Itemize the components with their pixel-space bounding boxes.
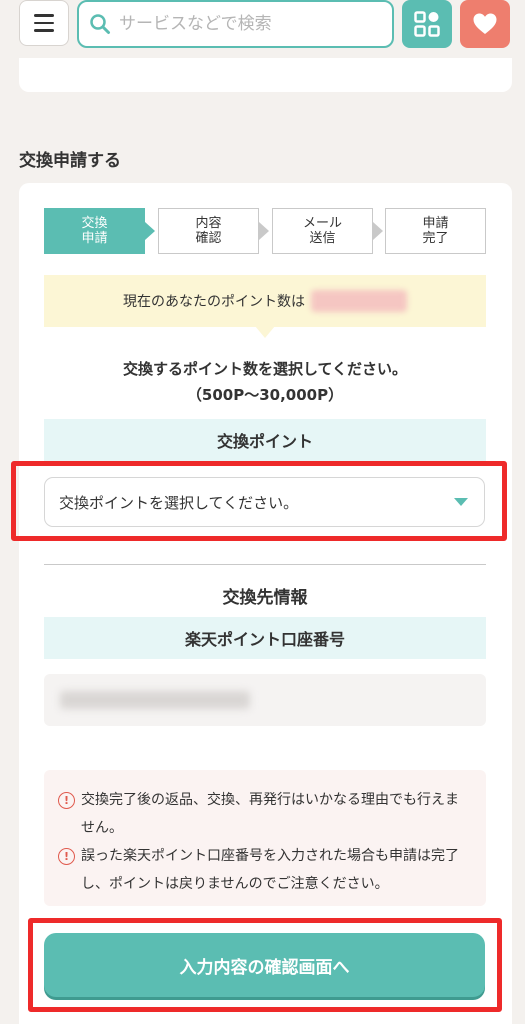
step-mail: メール 送信 — [272, 208, 373, 254]
warning-icon: ! — [58, 792, 75, 809]
step-label: メール 送信 — [302, 216, 342, 246]
step-label: 交換 申請 — [81, 216, 108, 246]
previous-card — [19, 58, 512, 92]
hamburger-icon — [34, 14, 54, 17]
search-icon — [90, 14, 110, 34]
search-input[interactable] — [119, 14, 369, 34]
chevron-down-icon — [454, 498, 468, 506]
select-value: 交換ポイントを選択してください。 — [59, 493, 299, 512]
section-title: 交換申請する — [19, 151, 121, 171]
instruction-line: 交換するポイント数を選択してください。 — [122, 360, 408, 378]
category-grid-button[interactable] — [402, 0, 452, 48]
step-complete: 申請 完了 — [385, 208, 486, 254]
current-points-value-redacted — [311, 290, 407, 312]
notice-item: ! 交換完了後の返品、交換、再発行はいかなる理由でも行えません。 — [58, 786, 472, 842]
destination-title: 交換先情報 — [222, 588, 308, 608]
step-label: 内容 確認 — [195, 216, 222, 246]
heart-icon — [473, 13, 497, 34]
exchange-points-select[interactable]: 交換ポイントを選択してください。 — [44, 477, 485, 527]
divider — [44, 564, 486, 565]
menu-button[interactable] — [19, 0, 69, 46]
step-arrow — [373, 222, 383, 240]
confirm-input-button[interactable]: 入力内容の確認画面へ — [44, 933, 485, 997]
current-points-label: 現在のあなたのポイント数は — [123, 294, 305, 310]
search-box[interactable] — [77, 0, 394, 48]
step-confirm: 内容 確認 — [158, 208, 259, 254]
warning-icon: ! — [58, 848, 75, 865]
hamburger-icon — [34, 29, 54, 32]
account-number-redacted — [60, 691, 250, 709]
progress-steps: 交換 申請 内容 確認 メール 送信 申請 完了 — [44, 208, 486, 254]
grid-icon — [414, 11, 440, 37]
step-label: 申請 完了 — [422, 216, 449, 246]
header — [0, 0, 525, 50]
step-arrow — [259, 222, 269, 240]
account-number-heading: 楽天ポイント口座番号 — [44, 617, 486, 659]
exchange-points-heading: 交換ポイント — [44, 419, 486, 461]
current-points-box: 現在のあなたのポイント数は — [44, 275, 486, 327]
points-box-pointer — [255, 326, 275, 338]
favorites-button[interactable] — [460, 0, 510, 48]
instruction-range: （500P〜30,000P） — [186, 386, 344, 404]
notice-text: 誤った楽天ポイント口座番号を入力された場合も申請は完了し、ポイントは戻りませんの… — [81, 848, 459, 892]
step-arrow — [145, 222, 155, 240]
instruction-text: 交換するポイント数を選択してください。 （500P〜30,000P） — [44, 356, 486, 408]
notice-item: ! 誤った楽天ポイント口座番号を入力された場合も申請は完了し、ポイントは戻りませ… — [58, 842, 472, 898]
notice-box: ! 交換完了後の返品、交換、再発行はいかなる理由でも行えません。 ! 誤った楽天… — [44, 770, 486, 906]
notice-text: 交換完了後の返品、交換、再発行はいかなる理由でも行えません。 — [81, 792, 459, 836]
step-apply: 交換 申請 — [44, 208, 145, 254]
hamburger-icon — [34, 21, 54, 25]
account-number-field[interactable] — [44, 674, 486, 726]
